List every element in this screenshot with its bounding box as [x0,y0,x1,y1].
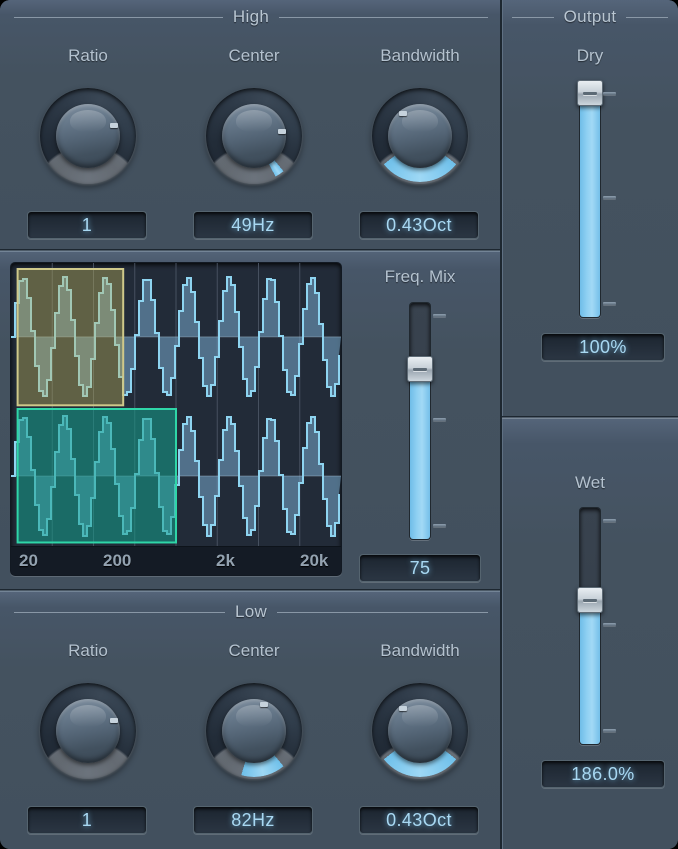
low-bandwidth-knob[interactable] [372,683,468,779]
knob-gloss [70,704,106,727]
freq-mix-value-text: 75 [409,557,431,578]
wet-value[interactable]: 186.0% [541,760,665,788]
rule-left [14,16,223,18]
knob-cap [222,104,286,168]
output-section-title: Output [563,7,617,26]
axis-tick-200: 200 [103,551,132,570]
rule-left [14,611,225,613]
dry-label: Dry [576,46,604,65]
divider-main-output [500,0,503,849]
slider-handle[interactable] [577,586,603,613]
wet-tick-top [603,519,616,522]
low-bandwidth-value[interactable]: 0.43Oct [359,806,479,834]
divider-high-display [0,249,502,252]
slider-fill [410,367,430,539]
rule-right [277,611,488,613]
slider-fill [580,81,600,317]
high-bandwidth-value[interactable]: 0.43Oct [359,211,479,239]
knob-indicator-dot [109,718,118,723]
freq-mix-label: Freq. Mix [384,267,456,286]
dry-tick-top [603,92,616,95]
knob-gloss [236,704,272,727]
knob-cap [222,699,286,763]
rule-right [279,16,489,18]
knob-indicator-dot [277,128,286,134]
knob-cap [56,104,120,168]
knob-indicator-dot [109,123,118,128]
high-ratio-label: Ratio [68,46,108,65]
high-center-value[interactable]: 49Hz [193,211,313,239]
divider-display-low [0,589,502,592]
dry-slider[interactable] [577,80,603,318]
axis-tick-2k: 2k [216,551,235,570]
high-bandwidth-knob[interactable] [372,88,468,184]
low-section-title: Low [234,602,268,621]
high-section-header: High [14,6,489,28]
high-center-value-text: 49Hz [231,214,275,235]
low-bandwidth-label: Bandwidth [380,641,460,660]
high-center-label: Center [228,46,280,65]
axis-tick-20k: 20k [300,551,329,570]
dry-tick-mid [603,196,616,199]
high-section-title: High [232,7,270,26]
low-center-value-text: 82Hz [231,809,275,830]
wet-tick-mid [603,623,616,626]
freq-mix-tick-top [433,314,446,317]
slider-track [579,80,601,318]
dry-value-text: 100% [579,336,627,357]
slider-handle[interactable] [577,80,603,106]
low-bandwidth-value-text: 0.43Oct [386,809,452,830]
low-ratio-value-text: 1 [81,809,93,830]
high-bandwidth-label: Bandwidth [380,46,460,65]
wet-slider[interactable] [577,507,603,745]
freq-mix-tick-mid [433,418,446,421]
knob-gloss [402,109,438,132]
slider-track [409,302,431,540]
low-center-label: Center [228,641,280,660]
slider-handle[interactable] [407,355,433,382]
frequency-band-display[interactable]: 20 200 2k 20k [10,262,342,576]
knob-gloss [70,109,106,132]
high-ratio-value[interactable]: 1 [27,211,147,239]
high-ratio-value-text: 1 [81,214,93,235]
divider-dry-wet [502,416,678,419]
output-section-header: Output [512,6,668,28]
high-center-knob[interactable] [206,88,302,184]
dry-tick-bottom [603,302,616,305]
knob-indicator-dot [398,706,407,712]
freq-mix-tick-bottom [433,524,446,527]
dry-value[interactable]: 100% [541,333,665,361]
wet-label: Wet [575,473,605,492]
high-band-selection [16,268,125,407]
knob-gloss [236,109,272,132]
frequency-axis: 20 200 2k 20k [11,546,341,575]
knob-cap [388,699,452,763]
slider-fill [580,598,600,744]
axis-tick-20: 20 [19,551,38,570]
rule-right [626,16,668,18]
low-section-header: Low [14,601,488,623]
knob-indicator-dot [259,702,268,708]
wet-tick-bottom [603,729,616,732]
waveform-graph [11,263,341,547]
knob-cap [388,104,452,168]
knob-gloss [402,704,438,727]
plugin-window: High Ratio 1 Center 49Hz Bandwidth 0.43O… [0,0,678,849]
low-ratio-label: Ratio [68,641,108,660]
low-center-knob[interactable] [206,683,302,779]
freq-mix-value[interactable]: 75 [359,554,481,582]
low-ratio-knob[interactable] [40,683,136,779]
wet-value-text: 186.0% [571,763,635,784]
freq-mix-slider[interactable] [407,302,433,540]
low-ratio-value[interactable]: 1 [27,806,147,834]
high-ratio-knob[interactable] [40,88,136,184]
rule-left [512,16,554,18]
low-band-selection [16,408,177,544]
knob-cap [56,699,120,763]
slider-track [579,507,601,745]
high-bandwidth-value-text: 0.43Oct [386,214,452,235]
low-center-value[interactable]: 82Hz [193,806,313,834]
knob-indicator-dot [398,111,407,117]
